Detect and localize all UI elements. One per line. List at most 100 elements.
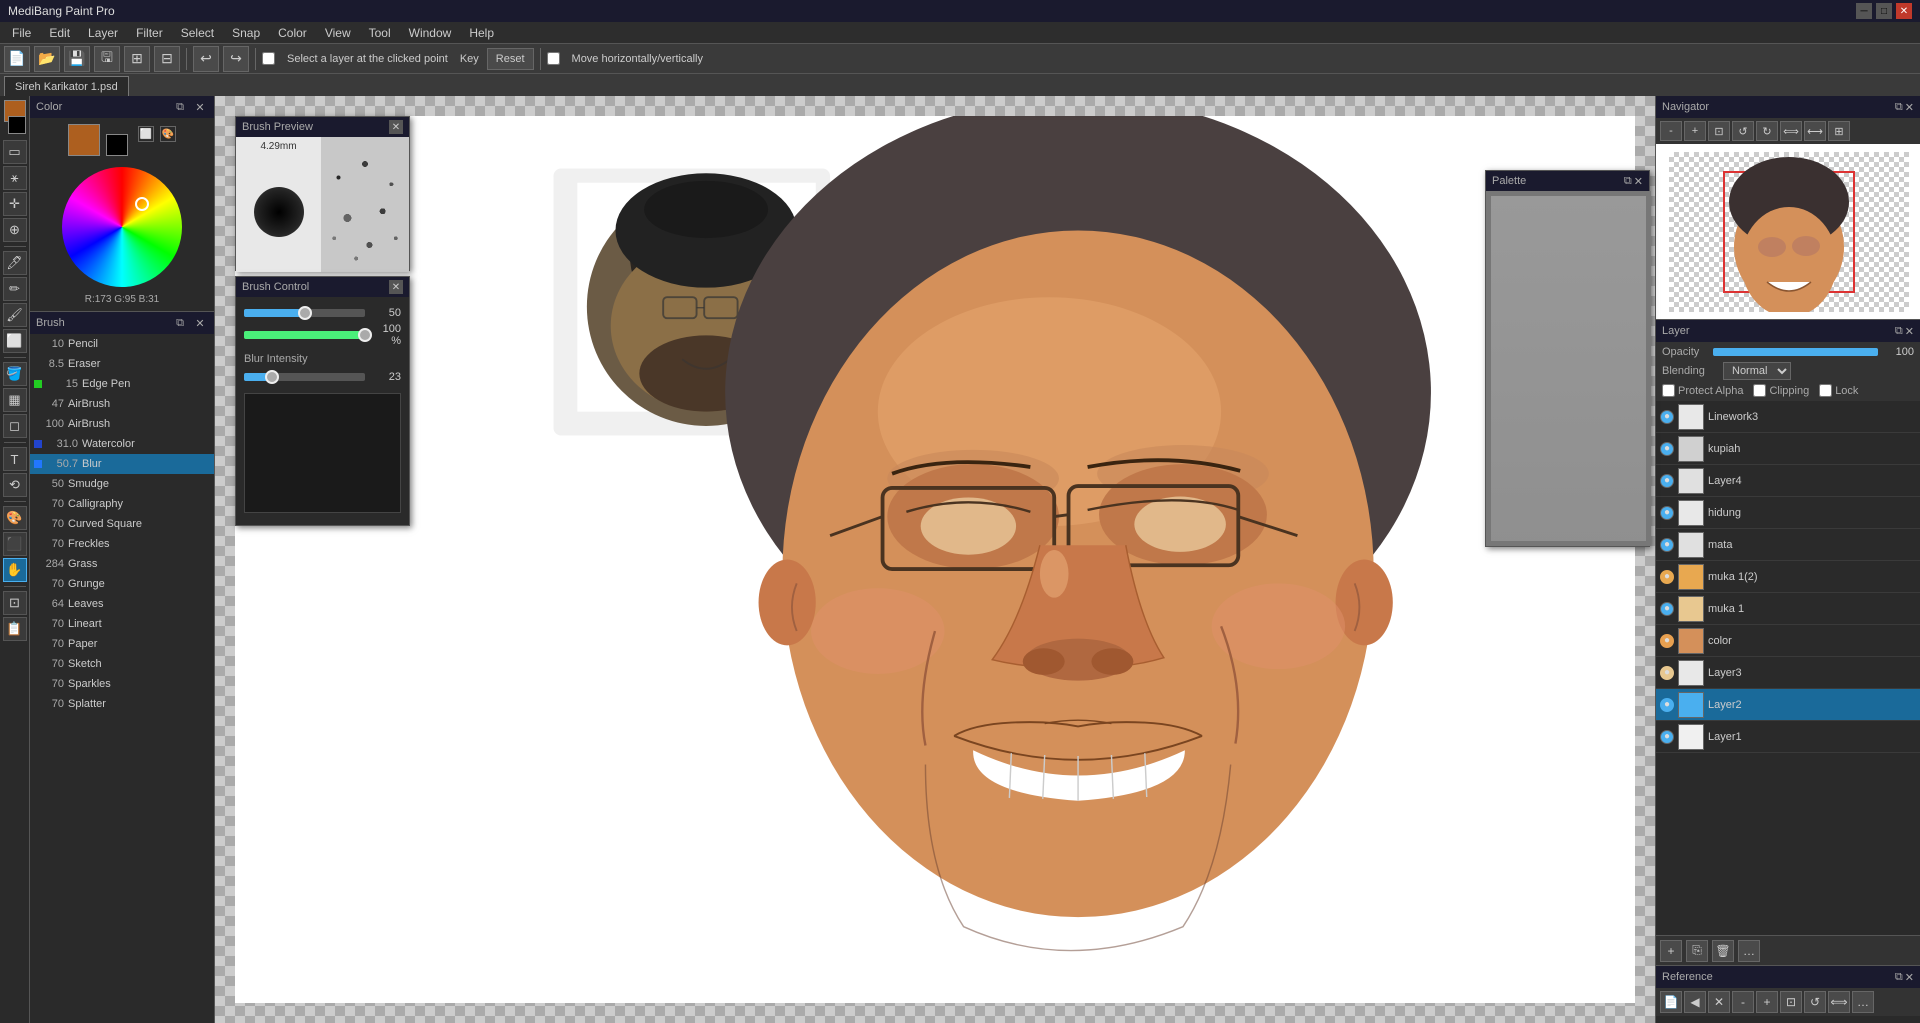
- brush-preview-header[interactable]: Brush Preview ✕: [236, 117, 409, 137]
- color-mode-btn[interactable]: ⬜: [138, 126, 154, 142]
- ref-zoom-out-btn[interactable]: -: [1732, 991, 1754, 1013]
- layer-mata[interactable]: ● mata: [1656, 529, 1920, 561]
- menu-edit[interactable]: Edit: [41, 24, 78, 42]
- toolbar-save2[interactable]: 🖫: [94, 46, 120, 72]
- nav-rotate-left[interactable]: ↺: [1732, 121, 1754, 141]
- tool-eyedropper[interactable]: 🖊: [3, 251, 27, 275]
- layer-layer3[interactable]: ● Layer3: [1656, 657, 1920, 689]
- navigator-close[interactable]: ✕: [1905, 101, 1914, 114]
- tool-blend[interactable]: ⬛: [3, 532, 27, 556]
- brush-control-header[interactable]: Brush Control ✕: [236, 277, 409, 297]
- brush-control-close[interactable]: ✕: [389, 280, 403, 294]
- reset-button[interactable]: Reset: [487, 48, 534, 70]
- nav-flip-v[interactable]: ⟷: [1804, 121, 1826, 141]
- ref-fit-btn[interactable]: ⊡: [1780, 991, 1802, 1013]
- ref-zoom-in-btn[interactable]: +: [1756, 991, 1778, 1013]
- brush-opacity-knob[interactable]: [358, 328, 372, 342]
- brush-item-edge-pen[interactable]: 15 Edge Pen: [30, 374, 214, 394]
- tool-text[interactable]: T: [3, 447, 27, 471]
- tool-select[interactable]: ▭: [3, 140, 27, 164]
- background-color[interactable]: [106, 134, 128, 156]
- toolbar-new[interactable]: 📄: [4, 46, 30, 72]
- brush-item-grunge[interactable]: 70 Grunge: [30, 574, 214, 594]
- brush-item-calligraphy[interactable]: 70 Calligraphy: [30, 494, 214, 514]
- brush-item-sketch[interactable]: 70 Sketch: [30, 654, 214, 674]
- brush-item-watercolor[interactable]: 31.0 Watercolor: [30, 434, 214, 454]
- brush-item-grass[interactable]: 284 Grass: [30, 554, 214, 574]
- brush-item-smudge[interactable]: 50 Smudge: [30, 474, 214, 494]
- blending-select[interactable]: Normal Multiply Screen: [1723, 362, 1791, 380]
- layer-muka1[interactable]: ● muka 1: [1656, 593, 1920, 625]
- layer-eye-layer3[interactable]: ●: [1660, 666, 1674, 680]
- opacity-slider[interactable]: [1713, 348, 1878, 356]
- color-panel-close[interactable]: ✕: [192, 99, 208, 115]
- ref-flip-btn[interactable]: ⟺: [1828, 991, 1850, 1013]
- main-canvas[interactable]: [235, 116, 1635, 1003]
- brush-item-leaves[interactable]: 64 Leaves: [30, 594, 214, 614]
- protect-alpha-checkbox[interactable]: [1662, 384, 1675, 397]
- menu-snap[interactable]: Snap: [224, 24, 268, 42]
- layer-hidung[interactable]: ● hidung: [1656, 497, 1920, 529]
- layer-eye-layer1[interactable]: ●: [1660, 730, 1674, 744]
- layer-kupiah[interactable]: ● kupiah: [1656, 433, 1920, 465]
- layer-eye-color[interactable]: ●: [1660, 634, 1674, 648]
- brush-opacity-slider[interactable]: [244, 331, 365, 339]
- tool-brush[interactable]: 🖌: [3, 303, 27, 327]
- tool-pen[interactable]: ✏: [3, 277, 27, 301]
- tool-fill[interactable]: 🪣: [3, 362, 27, 386]
- layer-eye-layer4[interactable]: ●: [1660, 474, 1674, 488]
- bg-color-swatch[interactable]: [8, 116, 26, 134]
- clipping-cb[interactable]: Clipping: [1753, 384, 1809, 397]
- tool-gradient[interactable]: ▦: [3, 388, 27, 412]
- ref-more-btn[interactable]: …: [1852, 991, 1874, 1013]
- tool-hand[interactable]: ✋: [3, 558, 27, 582]
- tool-move[interactable]: ✛: [3, 192, 27, 216]
- brush-item-pencil[interactable]: 10 Pencil: [30, 334, 214, 354]
- tool-color-pick[interactable]: 🎨: [3, 506, 27, 530]
- layer-copy-btn[interactable]: ⎘: [1686, 940, 1708, 962]
- toolbar-open[interactable]: 📂: [34, 46, 60, 72]
- maximize-button[interactable]: □: [1876, 3, 1892, 19]
- brush-item-airbrush1[interactable]: 47 AirBrush: [30, 394, 214, 414]
- nav-grid[interactable]: ⊞: [1828, 121, 1850, 141]
- layer-layer2[interactable]: ● Layer2: [1656, 689, 1920, 721]
- brush-item-sparkles[interactable]: 70 Sparkles: [30, 674, 214, 694]
- color-wheel-svg[interactable]: [57, 162, 187, 292]
- layer-layer1[interactable]: ● Layer1: [1656, 721, 1920, 753]
- lock-checkbox[interactable]: [1819, 384, 1832, 397]
- brush-blur-knob[interactable]: [265, 370, 279, 384]
- brush-item-eraser[interactable]: 8.5 Eraser: [30, 354, 214, 374]
- lock-cb[interactable]: Lock: [1819, 384, 1858, 397]
- toolbar-grid[interactable]: ⊞: [124, 46, 150, 72]
- ref-close-btn[interactable]: ✕: [1708, 991, 1730, 1013]
- brush-item-airbrush2[interactable]: 100 AirBrush: [30, 414, 214, 434]
- brush-preview-close[interactable]: ✕: [389, 120, 403, 134]
- toolbar-save[interactable]: 💾: [64, 46, 90, 72]
- layer-layer4[interactable]: ● Layer4: [1656, 465, 1920, 497]
- layer-linework3[interactable]: ● Linework3: [1656, 401, 1920, 433]
- menu-file[interactable]: File: [4, 24, 39, 42]
- layer-eye-kupiah[interactable]: ●: [1660, 442, 1674, 456]
- layer-more-btn[interactable]: …: [1738, 940, 1760, 962]
- menu-color[interactable]: Color: [270, 24, 315, 42]
- nav-zoom-out[interactable]: -: [1660, 121, 1682, 141]
- protect-alpha-cb[interactable]: Protect Alpha: [1662, 384, 1743, 397]
- layer-expand[interactable]: ⧉: [1895, 325, 1903, 338]
- layer-close[interactable]: ✕: [1905, 325, 1914, 338]
- tool-lasso[interactable]: ⚹: [3, 166, 27, 190]
- reference-expand[interactable]: ⧉: [1895, 971, 1903, 984]
- reference-close[interactable]: ✕: [1905, 971, 1914, 984]
- layer-color[interactable]: ● color: [1656, 625, 1920, 657]
- brush-item-lineart[interactable]: 70 Lineart: [30, 614, 214, 634]
- nav-zoom-in[interactable]: +: [1684, 121, 1706, 141]
- menu-window[interactable]: Window: [401, 24, 460, 42]
- menu-tool[interactable]: Tool: [361, 24, 399, 42]
- foreground-color[interactable]: [68, 124, 100, 156]
- layer-eye-muka1-2[interactable]: ●: [1660, 570, 1674, 584]
- menu-help[interactable]: Help: [461, 24, 502, 42]
- brush-item-paper[interactable]: 70 Paper: [30, 634, 214, 654]
- toolbar-redo[interactable]: ↪: [223, 46, 249, 72]
- color-panel-expand[interactable]: ⧉: [172, 99, 188, 115]
- tool-zoom[interactable]: ⊕: [3, 218, 27, 242]
- clipping-checkbox[interactable]: [1753, 384, 1766, 397]
